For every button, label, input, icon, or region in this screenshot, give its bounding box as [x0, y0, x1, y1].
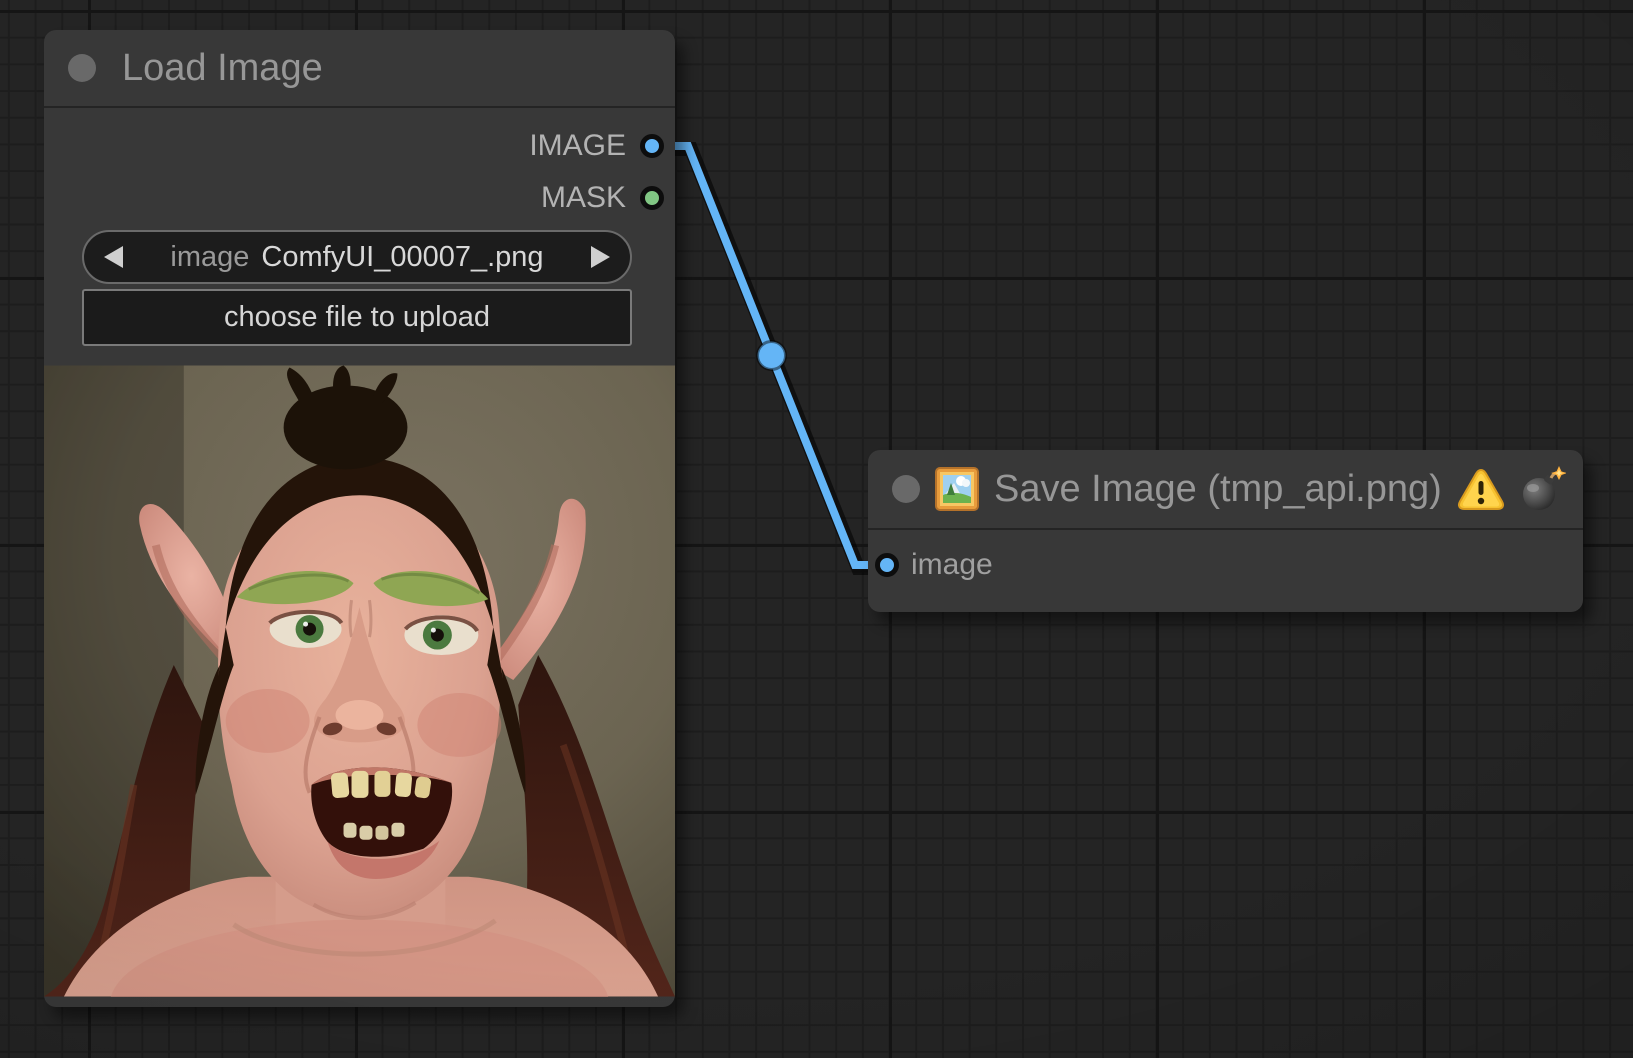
load-image-node[interactable]: Load Image IMAGE MASK image ComfyUI_0000… [44, 30, 675, 1007]
output-port-image[interactable] [640, 134, 664, 158]
input-label: image [911, 548, 993, 582]
graph-canvas[interactable]: Load Image IMAGE MASK image ComfyUI_0000… [0, 0, 1633, 1058]
node-status-dot[interactable] [892, 475, 920, 503]
image-preview [44, 365, 675, 997]
output-slot-mask: MASK [541, 181, 664, 215]
node-title: Save Image (tmp_api.png) [994, 468, 1442, 511]
node-title: Load Image [122, 47, 323, 90]
node-status-dot[interactable] [68, 54, 96, 82]
output-label: MASK [541, 181, 626, 215]
combo-widget-value: ComfyUI_00007_.png [261, 241, 543, 274]
framed-picture-icon [935, 467, 979, 511]
save-image-title-bar[interactable]: Save Image (tmp_api.png) [868, 450, 1583, 530]
save-image-node[interactable]: Save Image (tmp_api.png) [868, 450, 1583, 612]
output-label: IMAGE [529, 129, 626, 163]
combo-prev-icon[interactable] [104, 246, 123, 268]
choose-file-button[interactable]: choose file to upload [82, 289, 632, 346]
troll-portrait [44, 365, 675, 997]
choose-file-label: choose file to upload [224, 301, 490, 334]
combo-widget-name: image [170, 241, 249, 274]
combo-next-icon[interactable] [591, 246, 610, 268]
input-port-image[interactable] [875, 553, 899, 577]
output-port-mask[interactable] [640, 186, 664, 210]
image-combo-widget[interactable]: image ComfyUI_00007_.png [82, 230, 632, 284]
input-slot-image: image [875, 548, 993, 582]
link-midpoint-dot[interactable] [758, 342, 786, 370]
bomb-icon [1520, 466, 1566, 512]
warning-icon [1457, 467, 1505, 511]
output-slot-image: IMAGE [529, 129, 664, 163]
load-image-title-bar[interactable]: Load Image [44, 30, 675, 108]
